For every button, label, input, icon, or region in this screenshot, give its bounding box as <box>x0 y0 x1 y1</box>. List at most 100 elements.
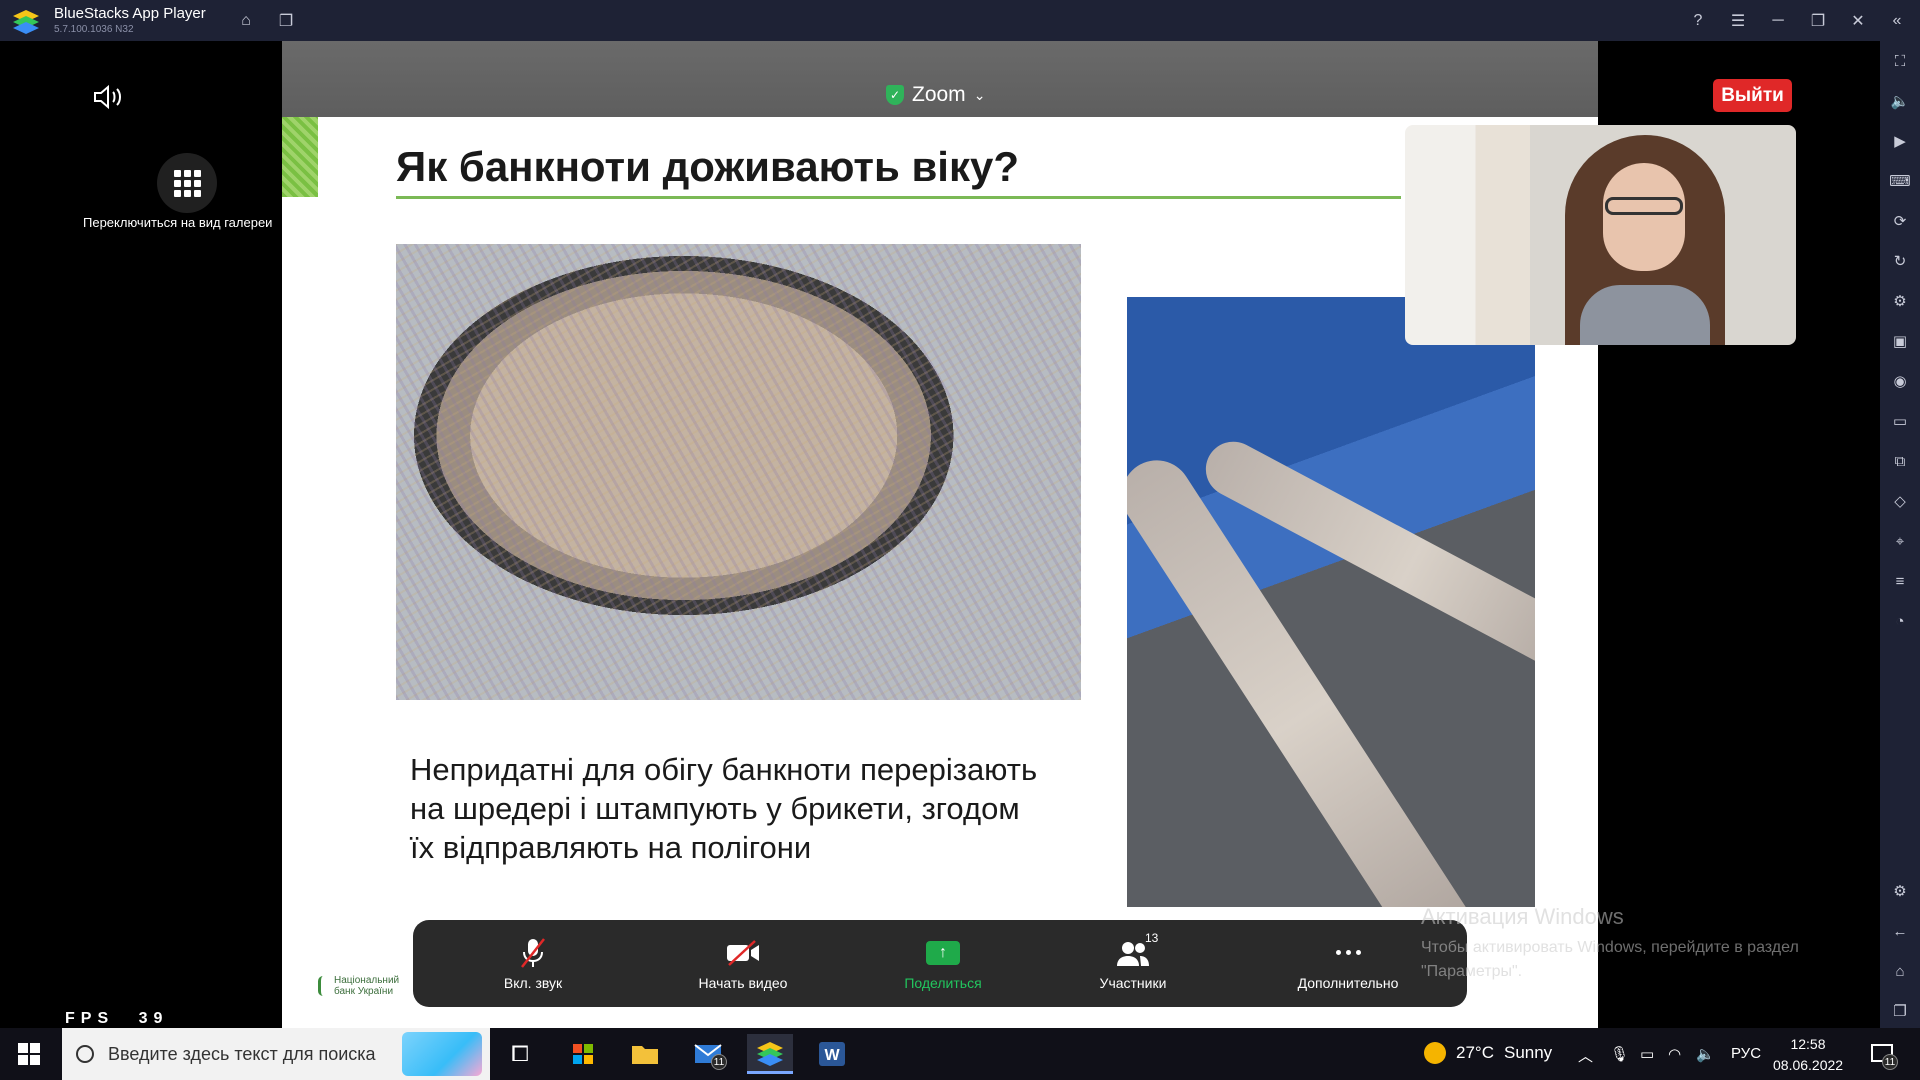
more-button[interactable]: Дополнительно <box>1273 920 1423 1007</box>
unmute-button[interactable]: Вкл. звук <box>463 920 603 1007</box>
macro-icon[interactable]: ⟳ <box>1889 210 1911 232</box>
self-video-tile[interactable] <box>1405 125 1796 345</box>
start-video-label: Начать видео <box>698 974 788 991</box>
activation-title: Активация Windows <box>1421 904 1624 929</box>
share-arrow-icon: ↑ <box>926 940 960 965</box>
volume-icon[interactable]: 🔈 <box>1889 90 1911 112</box>
meeting-controls: Вкл. звук Начать видео ↑ Поделиться 13 У… <box>413 920 1467 1007</box>
search-highlight-image <box>402 1032 482 1076</box>
help-icon[interactable]: ? <box>1687 10 1709 32</box>
meeting-label: Zoom <box>912 83 966 106</box>
clock-date: 08.06.2022 <box>1773 1057 1844 1073</box>
weather-temp: 27°C <box>1456 1043 1494 1062</box>
close-icon[interactable]: ✕ <box>1847 10 1869 32</box>
volume-tray-icon[interactable]: 🔈 <box>1696 1045 1715 1063</box>
participants-count: 13 <box>1145 930 1159 945</box>
chevron-down-icon: ⌄ <box>973 86 986 103</box>
logo-line-1: Національний <box>334 975 400 986</box>
search-placeholder: Введите здесь текст для поиска <box>108 1043 376 1064</box>
wifi-icon[interactable]: ◠ <box>1668 1045 1681 1063</box>
fullscreen-icon[interactable]: ⛶ <box>1889 50 1911 72</box>
multi-window-icon[interactable]: ⧉ <box>1889 450 1911 472</box>
encryption-shield-icon: ✓ <box>886 85 904 105</box>
unmute-label: Вкл. звук <box>503 974 563 991</box>
tray-expand-icon[interactable]: ︿ <box>1578 1045 1593 1066</box>
windows-start-icon[interactable] <box>18 1043 40 1065</box>
android-home-icon[interactable]: ⌂ <box>1889 960 1911 982</box>
nbu-logo-icon <box>318 976 328 996</box>
weather-text: Sunny <box>1503 1043 1553 1062</box>
share-screen-button[interactable]: ↑ Поделиться <box>873 920 1013 1007</box>
battery-icon[interactable]: ▭ <box>1640 1045 1654 1063</box>
location-icon[interactable]: ⌖ <box>1889 530 1911 552</box>
clock-time: 12:58 <box>1790 1036 1826 1052</box>
speaker-icon[interactable] <box>92 84 126 110</box>
folder-icon[interactable]: ▭ <box>1889 410 1911 432</box>
mail-icon[interactable]: 11 <box>685 1034 731 1074</box>
more-dots-icon <box>1335 950 1361 955</box>
shredder-photo <box>396 244 1081 700</box>
title-bar: BlueStacks App Player 5.7.100.1036 N32 ⌂… <box>0 0 1920 41</box>
screenshot-icon[interactable]: ◉ <box>1889 370 1911 392</box>
media-manager-icon[interactable]: ▶ <box>1889 130 1911 152</box>
gallery-view-button[interactable] <box>157 153 217 213</box>
leave-button[interactable]: Выйти <box>1713 79 1792 112</box>
minimize-icon[interactable]: ─ <box>1767 10 1789 32</box>
svg-text:W: W <box>824 1047 840 1064</box>
file-explorer-icon[interactable] <box>622 1034 668 1074</box>
slide-body-text: Непридатні для обігу банкноти перерізают… <box>410 752 1038 865</box>
more-label: Дополнительно <box>1297 974 1399 991</box>
app-name: BlueStacks App Player <box>54 5 206 22</box>
logo-line-2: банк України <box>334 986 394 997</box>
fps-counter: FPS 39 <box>65 1010 168 1028</box>
menu-icon[interactable]: ☰ <box>1727 10 1749 32</box>
word-icon[interactable]: W <box>809 1034 855 1074</box>
language-indicator[interactable]: РУС <box>1731 1045 1761 1062</box>
participants-icon: 13 <box>1115 931 1158 969</box>
settings-icon[interactable]: ⚙ <box>1889 880 1911 902</box>
video-off-icon <box>725 937 761 969</box>
task-view-icon[interactable]: ⧠ <box>497 1034 543 1074</box>
back-icon[interactable]: ← <box>1889 920 1911 942</box>
bluestacks-taskbar-icon[interactable] <box>747 1034 793 1074</box>
restore-icon[interactable]: ❐ <box>1807 10 1829 32</box>
activation-text: Чтобы активировать Windows, перейдите в … <box>1421 939 1799 980</box>
home-icon[interactable]: ⌂ <box>235 10 257 32</box>
multi-instance-icon[interactable]: ❐ <box>275 10 297 32</box>
bluestacks-logo-icon <box>13 10 39 34</box>
taskbar-search[interactable]: Введите здесь текст для поиска <box>62 1028 490 1080</box>
mic-muted-icon <box>518 937 548 969</box>
briquettes-photo <box>1127 297 1535 907</box>
rotate-icon[interactable]: ↻ <box>1889 250 1911 272</box>
store-icon[interactable] <box>560 1034 606 1074</box>
apk-icon[interactable]: ▣ <box>1889 330 1911 352</box>
recent-apps-icon[interactable]: ❐ <box>1889 1000 1911 1022</box>
taskbar-clock[interactable]: 12:58 08.06.2022 <box>1773 1034 1843 1076</box>
microphone-tray-icon[interactable]: 🎙 <box>1610 1045 1629 1063</box>
notifications-icon[interactable]: 11 <box>1862 1034 1902 1074</box>
start-video-button[interactable]: Начать видео <box>663 920 823 1007</box>
eco-mode-icon[interactable]: ◔ <box>1889 610 1911 632</box>
slide-decoration <box>282 117 318 197</box>
fps-value: 39 <box>138 1010 169 1027</box>
windows-activation-watermark: Активация Windows Чтобы активировать Win… <box>1421 904 1861 984</box>
layers-icon[interactable]: ≡ <box>1889 570 1911 592</box>
mail-badge: 11 <box>711 1054 727 1070</box>
app-version: 5.7.100.1036 N32 <box>54 24 134 35</box>
nbu-logo: Національний банк України <box>318 975 399 997</box>
participants-label: Участники <box>1099 974 1167 991</box>
participants-button[interactable]: 13 Участники <box>1063 920 1203 1007</box>
keyboard-icon[interactable]: ⌨ <box>1889 170 1911 192</box>
gamepad-icon[interactable]: ⚙ <box>1889 290 1911 312</box>
fps-label: FPS <box>65 1010 115 1027</box>
eraser-icon[interactable]: ◇ <box>1889 490 1911 512</box>
bluestacks-sidebar: ⛶ 🔈 ▶ ⌨ ⟳ ↻ ⚙ ▣ ◉ ▭ ⧉ ◇ ⌖ ≡ ◔ ⚙ ← ⌂ ❐ <box>1880 41 1920 1028</box>
meeting-info-button[interactable]: ✓ Zoom ⌄ <box>886 83 985 107</box>
title-underline <box>396 196 1401 199</box>
weather-widget[interactable]: 27°C Sunny <box>1424 1042 1552 1064</box>
gallery-view-label: Переключиться на вид галереи <box>83 215 273 230</box>
collapse-sidebar-icon[interactable]: « <box>1886 10 1908 32</box>
participant-video <box>1565 135 1725 345</box>
sun-icon <box>1424 1042 1446 1064</box>
slide-title: Як банкноти доживають віку? <box>396 143 1019 190</box>
